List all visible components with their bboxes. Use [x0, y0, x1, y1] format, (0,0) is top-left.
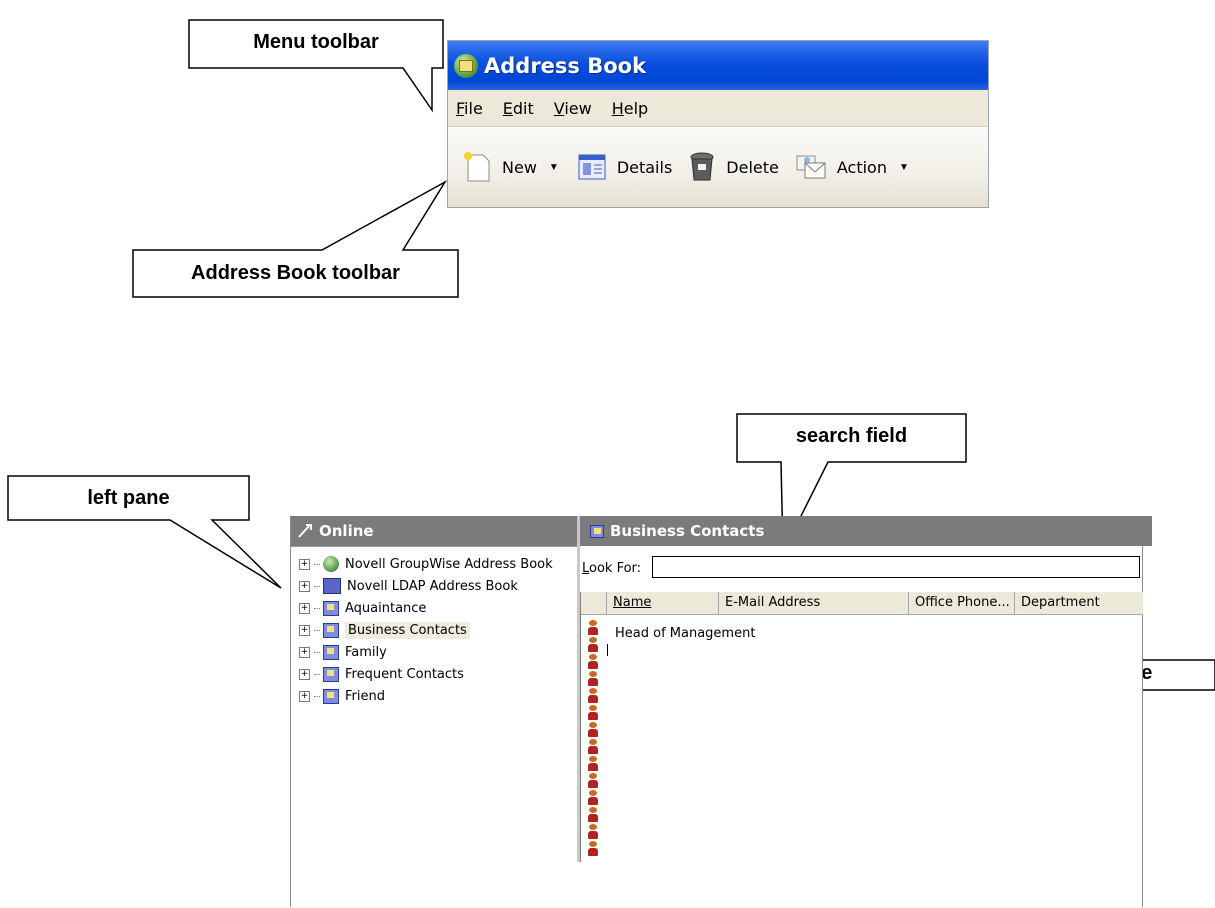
look-for-row: Look For:	[580, 556, 1142, 580]
contact-person-icon	[588, 620, 598, 635]
column-header-name[interactable]: Name	[607, 592, 719, 614]
column-header-icon[interactable]	[581, 592, 607, 614]
tree-item-label: Friend	[345, 688, 385, 704]
online-status-icon	[298, 524, 312, 538]
globe-book-icon	[323, 556, 339, 572]
address-book-icon	[590, 524, 604, 538]
callout-left-pane: left pane	[87, 487, 170, 509]
left-pane-header: Online	[291, 516, 580, 546]
list-item[interactable]: Head of Management	[615, 626, 755, 641]
contact-person-icon	[588, 807, 598, 822]
tree-item-groupwise[interactable]: + Novell GroupWise Address Book	[299, 553, 553, 575]
address-book-icon	[323, 600, 339, 616]
details-button-label: Details	[616, 157, 673, 177]
column-header-email[interactable]: E-Mail Address	[719, 592, 909, 614]
tree-item-label: Family	[345, 644, 387, 660]
address-book-app-icon	[454, 53, 478, 78]
tree-item-family[interactable]: + Family	[299, 641, 387, 663]
expand-icon[interactable]: +	[299, 624, 310, 636]
address-book-window: Address Book File Edit View Help New ▼ D…	[447, 40, 989, 208]
contact-person-icon	[588, 790, 598, 805]
contact-person-icon	[588, 637, 598, 652]
expand-icon[interactable]: +	[299, 668, 310, 680]
expand-icon[interactable]: +	[299, 558, 310, 570]
contact-person-icon	[588, 688, 598, 703]
expand-icon[interactable]: +	[299, 580, 310, 592]
tree-item-ldap[interactable]: + Novell LDAP Address Book	[299, 575, 518, 597]
right-pane: Look For: Name E-Mail Address Office Pho…	[580, 546, 1143, 907]
menu-file[interactable]: File	[456, 99, 483, 118]
left-pane-title: Online	[319, 522, 374, 540]
menu-toolbar: File Edit View Help	[448, 90, 988, 127]
column-header-department[interactable]: Department	[1015, 592, 1143, 614]
tree-item-label: Frequent Contacts	[345, 666, 464, 682]
address-book-icon	[323, 622, 339, 638]
new-button-label: New	[502, 157, 537, 177]
right-pane-title: Business Contacts	[610, 522, 765, 540]
window-title: Address Book	[484, 53, 647, 78]
expand-icon[interactable]: +	[299, 602, 310, 614]
search-input[interactable]	[652, 556, 1140, 578]
delete-button-label: Delete	[726, 157, 779, 177]
callout-search-field: search field	[795, 425, 908, 447]
contact-person-icon	[588, 773, 598, 788]
contact-person-icon	[588, 824, 598, 839]
contact-person-icon	[588, 739, 598, 754]
contact-person-icon	[588, 671, 598, 686]
address-book-panes: Online Business Contacts + Novell GroupW…	[290, 516, 1152, 908]
new-document-icon	[464, 152, 490, 182]
new-dropdown-arrow-icon[interactable]: ▼	[549, 162, 559, 173]
address-book-icon	[323, 666, 339, 682]
address-book-toolbar: New ▼ Details Delete Action ▼	[448, 127, 988, 207]
tree-item-aquaintance[interactable]: + Aquaintance	[299, 597, 426, 619]
menu-help[interactable]: Help	[612, 99, 648, 118]
left-pane: + Novell GroupWise Address Book + Novell…	[291, 546, 577, 908]
tree-item-label: Novell LDAP Address Book	[347, 578, 518, 594]
tree-item-label: Business Contacts	[345, 621, 470, 639]
contact-person-icon	[588, 756, 598, 771]
action-dropdown-arrow-icon[interactable]: ▼	[899, 162, 909, 173]
list-header: Name E-Mail Address Office Phone... Depa…	[581, 592, 1143, 615]
look-for-label: Look For:	[582, 560, 642, 576]
action-envelope-icon	[796, 155, 826, 179]
delete-button[interactable]: Delete	[688, 151, 779, 183]
ldap-book-icon	[323, 578, 341, 594]
text-cursor	[607, 644, 608, 656]
menu-edit[interactable]: Edit	[503, 99, 534, 118]
details-button[interactable]: Details	[577, 152, 672, 182]
address-book-icon	[323, 644, 339, 660]
tree-item-frequent-contacts[interactable]: + Frequent Contacts	[299, 663, 464, 685]
tree-item-label: Aquaintance	[345, 600, 427, 616]
action-button[interactable]: Action	[795, 152, 887, 182]
contacts-list: Name E-Mail Address Office Phone... Depa…	[580, 592, 1143, 862]
new-button[interactable]: New	[462, 151, 537, 183]
title-bar[interactable]: Address Book	[448, 41, 988, 90]
contact-person-icon	[588, 654, 598, 669]
right-pane-header: Business Contacts	[580, 516, 1152, 546]
contact-person-icon	[588, 705, 598, 720]
callout-menu-toolbar: Menu toolbar	[253, 31, 379, 53]
contact-person-icon	[588, 722, 598, 737]
contact-person-icon	[588, 841, 598, 856]
details-icon	[578, 154, 606, 180]
address-book-icon	[323, 688, 339, 704]
tree-item-label: Novell GroupWise Address Book	[345, 556, 553, 572]
trash-can-icon	[690, 152, 714, 181]
action-button-label: Action	[836, 157, 887, 177]
tree-item-business-contacts[interactable]: + Business Contacts	[299, 619, 470, 641]
tree-item-friend[interactable]: + Friend	[299, 685, 385, 707]
column-header-office-phone[interactable]: Office Phone...	[909, 592, 1015, 614]
callout-address-book-toolbar: Address Book toolbar	[191, 262, 400, 284]
menu-view[interactable]: View	[554, 99, 592, 118]
expand-icon[interactable]: +	[299, 646, 310, 658]
expand-icon[interactable]: +	[299, 690, 310, 702]
